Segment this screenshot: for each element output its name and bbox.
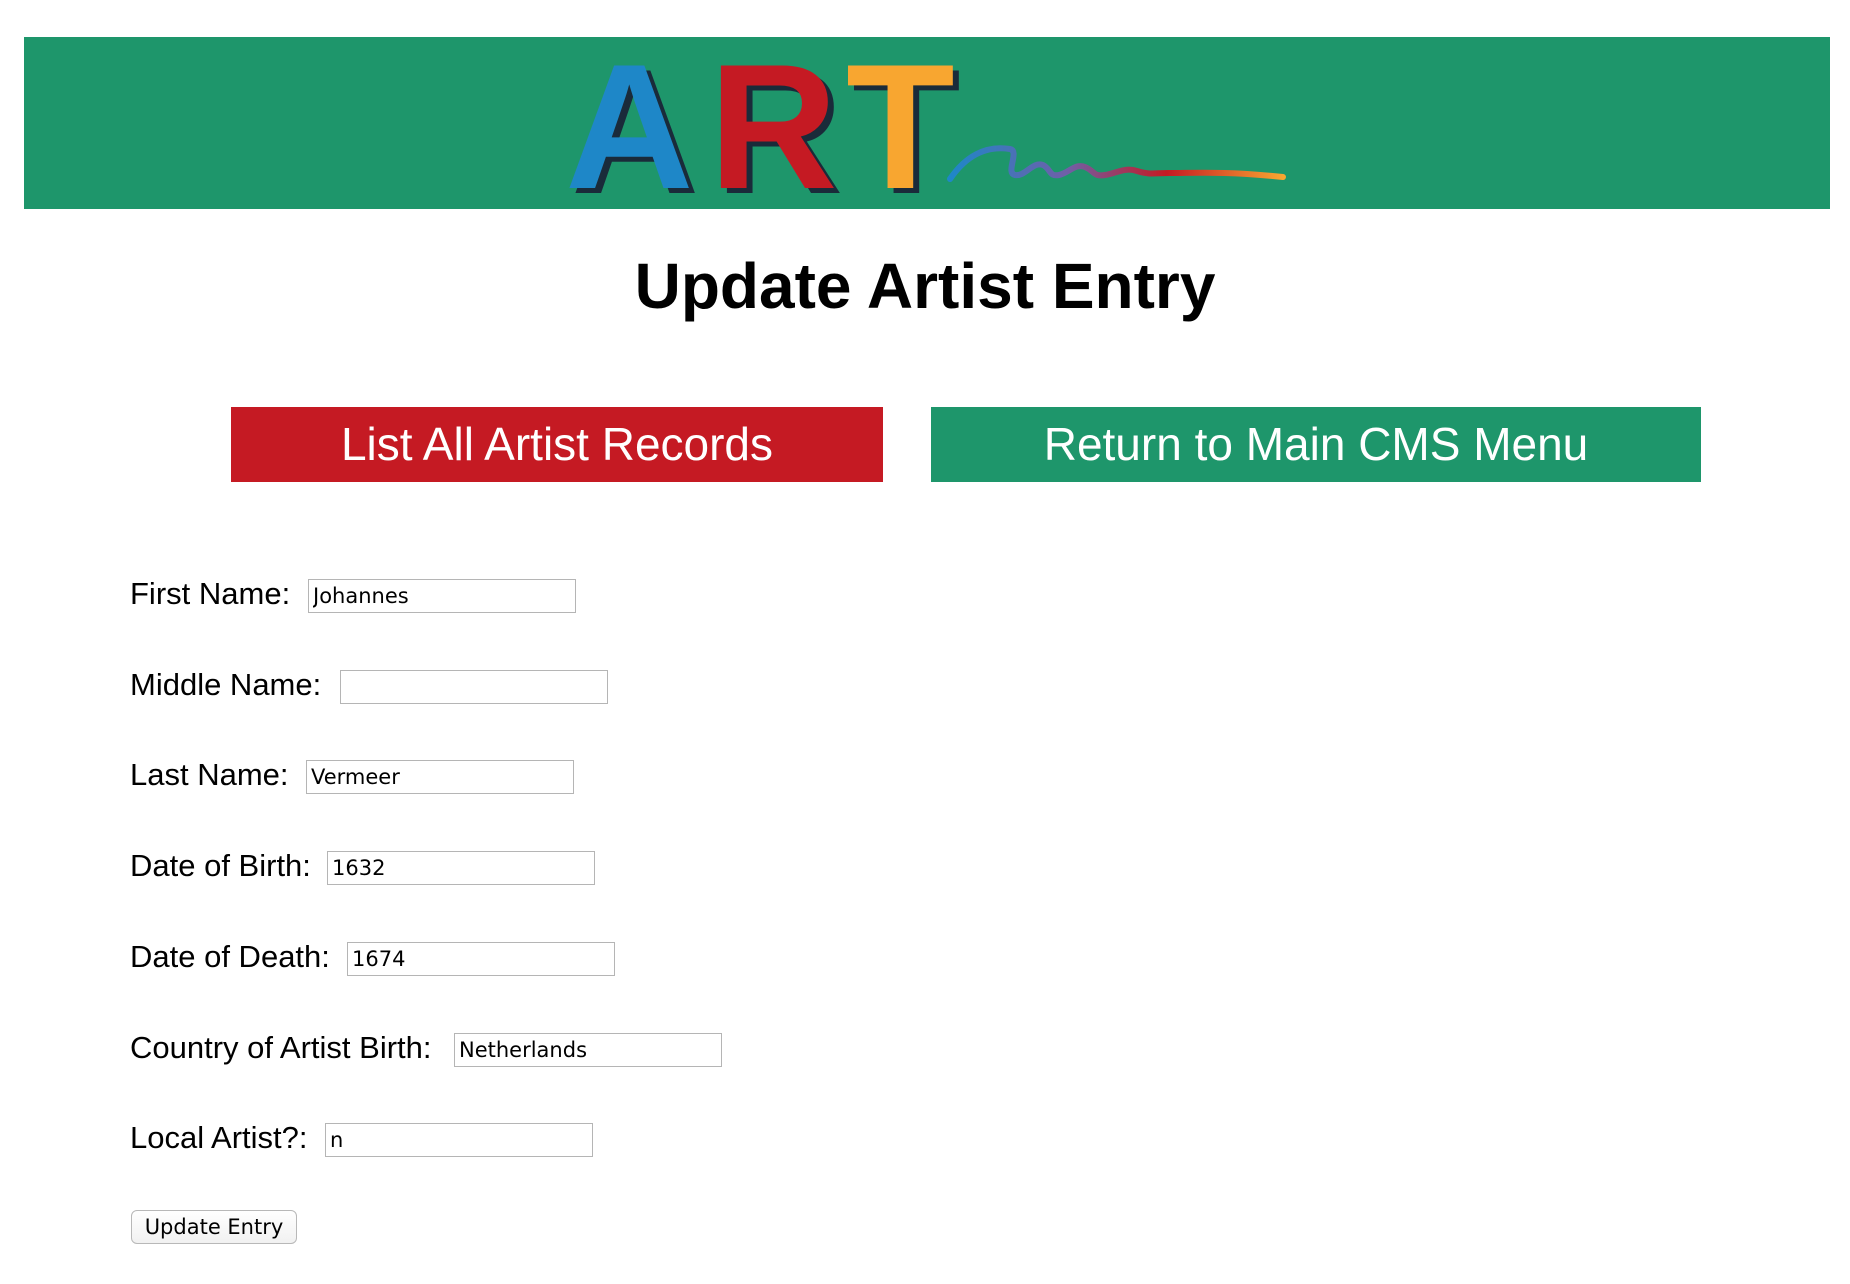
brushstroke-icon <box>947 145 1286 182</box>
country-of-birth-label: Country of Artist Birth: <box>130 1030 432 1065</box>
logo-letter-t-fill: T <box>846 45 955 197</box>
date-of-death-label: Date of Death: <box>130 939 330 974</box>
country-of-birth-input[interactable] <box>454 1033 722 1067</box>
date-of-death-input[interactable] <box>347 942 615 976</box>
last-name-label: Last Name: <box>130 757 289 792</box>
art-logo: A A R R T T <box>565 45 1286 197</box>
date-of-birth-input[interactable] <box>327 851 595 885</box>
list-all-artist-records-button[interactable]: List All Artist Records <box>231 407 883 482</box>
logo-letter-a-fill: A <box>565 45 694 197</box>
logo-letter-r-fill: R <box>709 45 838 197</box>
middle-name-input[interactable] <box>340 670 608 704</box>
middle-name-label: Middle Name: <box>130 667 322 702</box>
local-artist-input[interactable] <box>325 1123 593 1157</box>
page: A A R R T T Update Artist Entry List All… <box>0 0 1850 1284</box>
last-name-input[interactable] <box>306 760 574 794</box>
date-of-birth-label: Date of Birth: <box>130 848 311 883</box>
local-artist-label: Local Artist?: <box>130 1120 308 1155</box>
page-title: Update Artist Entry <box>634 250 1216 322</box>
first-name-label: First Name: <box>130 576 291 611</box>
return-to-main-menu-button[interactable]: Return to Main CMS Menu <box>931 407 1701 482</box>
update-entry-button[interactable]: Update Entry <box>131 1210 297 1244</box>
first-name-input[interactable] <box>308 579 576 613</box>
